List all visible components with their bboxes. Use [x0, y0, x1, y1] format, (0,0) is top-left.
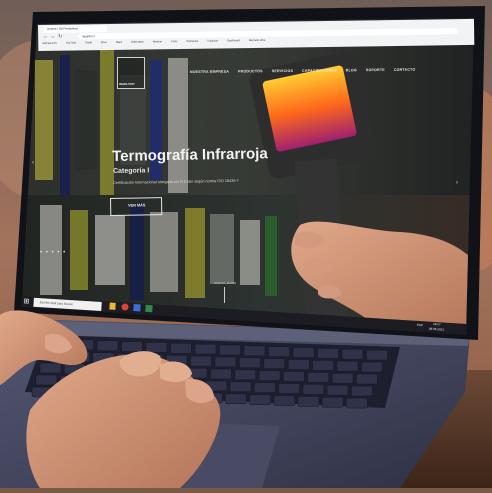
logo-text: INGEN-TEST [119, 83, 135, 86]
scroll-down-label[interactable]: SCROLL DOWN [214, 281, 236, 285]
hero-title: Termografía Infrarroja [112, 145, 268, 165]
clock-time[interactable]: 18:27 [433, 322, 441, 326]
bookmark[interactable]: YouTube [66, 41, 76, 48]
hero-subtitle: Categoría I [113, 167, 150, 175]
app-icon[interactable] [133, 304, 141, 312]
taskbar-search-placeholder: Escribe aquí para buscar [39, 300, 74, 307]
nav-item-contacto[interactable]: CONTACTO [394, 68, 416, 72]
tab-title: Amenir | Oil Predictivos [47, 26, 79, 31]
hero-button-label: VER MÁS [128, 203, 146, 208]
hero-button[interactable]: VER MÁS [110, 197, 163, 216]
bookmark[interactable]: Gmail [85, 41, 92, 48]
slider-dots[interactable]: • • • • • [40, 250, 66, 256]
bookmark[interactable]: Fotos [171, 40, 178, 47]
windows-start-icon[interactable]: ⊞ [23, 297, 29, 306]
nav-item-capacitaciones[interactable]: CAPACITACIONES [302, 68, 337, 72]
browser-tab[interactable]: Amenir | Oil Predictivos [44, 25, 108, 33]
url-text: lasantir.cl [82, 34, 95, 39]
bookmark[interactable]: Maps [116, 41, 122, 48]
nav-item-productos[interactable]: PRODUCTOS [238, 69, 263, 73]
bookmark[interactable]: Drive [101, 41, 107, 48]
reload-icon[interactable]: ↻ [58, 34, 62, 40]
laptop-screen: Amenir | Oil Predictivos lasantir.cl ← →… [0, 0, 492, 488]
windows-taskbar: ⊞ Escribe aquí para buscar ESP 18:27 08-… [21, 296, 468, 335]
bookmark[interactable]: Mercado Libre [249, 39, 266, 46]
bookmark[interactable]: Traductor [207, 39, 218, 46]
chrome-icon[interactable] [121, 303, 129, 311]
bookmark[interactable]: Calendario [131, 41, 144, 48]
nav-item-nuestra-empresa[interactable]: NUESTRA EMPRESA [190, 70, 229, 74]
browser-chrome: Amenir | Oil Predictivos lasantir.cl ← →… [38, 18, 475, 51]
lang-indicator[interactable]: ESP [417, 323, 423, 327]
back-icon[interactable]: ← [43, 34, 48, 40]
scroll-line [224, 287, 225, 303]
taskbar-search[interactable]: Escribe aquí para buscar [33, 297, 102, 312]
bookmark[interactable]: Noticias [153, 40, 162, 47]
bookmark[interactable]: Aplicaciones [42, 42, 57, 49]
nav-item-blog[interactable]: BLOG [346, 68, 357, 72]
forward-icon[interactable]: → [50, 34, 55, 40]
nav-item-soporte[interactable]: SOPORTE [366, 68, 385, 72]
hero-description: Certificación Internacional otorgada por… [113, 178, 239, 185]
slider-next-icon[interactable]: › [456, 180, 458, 186]
bookmark[interactable]: Contactos [186, 40, 198, 47]
site-logo[interactable]: INGEN-TEST [117, 57, 145, 89]
app-icon[interactable] [145, 304, 153, 313]
laptop-brand-label: MacBook Pro [204, 329, 242, 337]
main-nav: NUESTRA EMPRESA PRODUCTOS SERVICIOS CAPA… [190, 68, 415, 74]
slider-prev-icon[interactable]: ‹ [32, 160, 34, 166]
file-explorer-icon[interactable] [109, 302, 116, 310]
nav-item-servicios[interactable]: SERVICIOS [272, 69, 293, 73]
bookmark[interactable]: Dashboard [227, 39, 240, 46]
clock-date[interactable]: 08-05-2021 [429, 327, 445, 332]
